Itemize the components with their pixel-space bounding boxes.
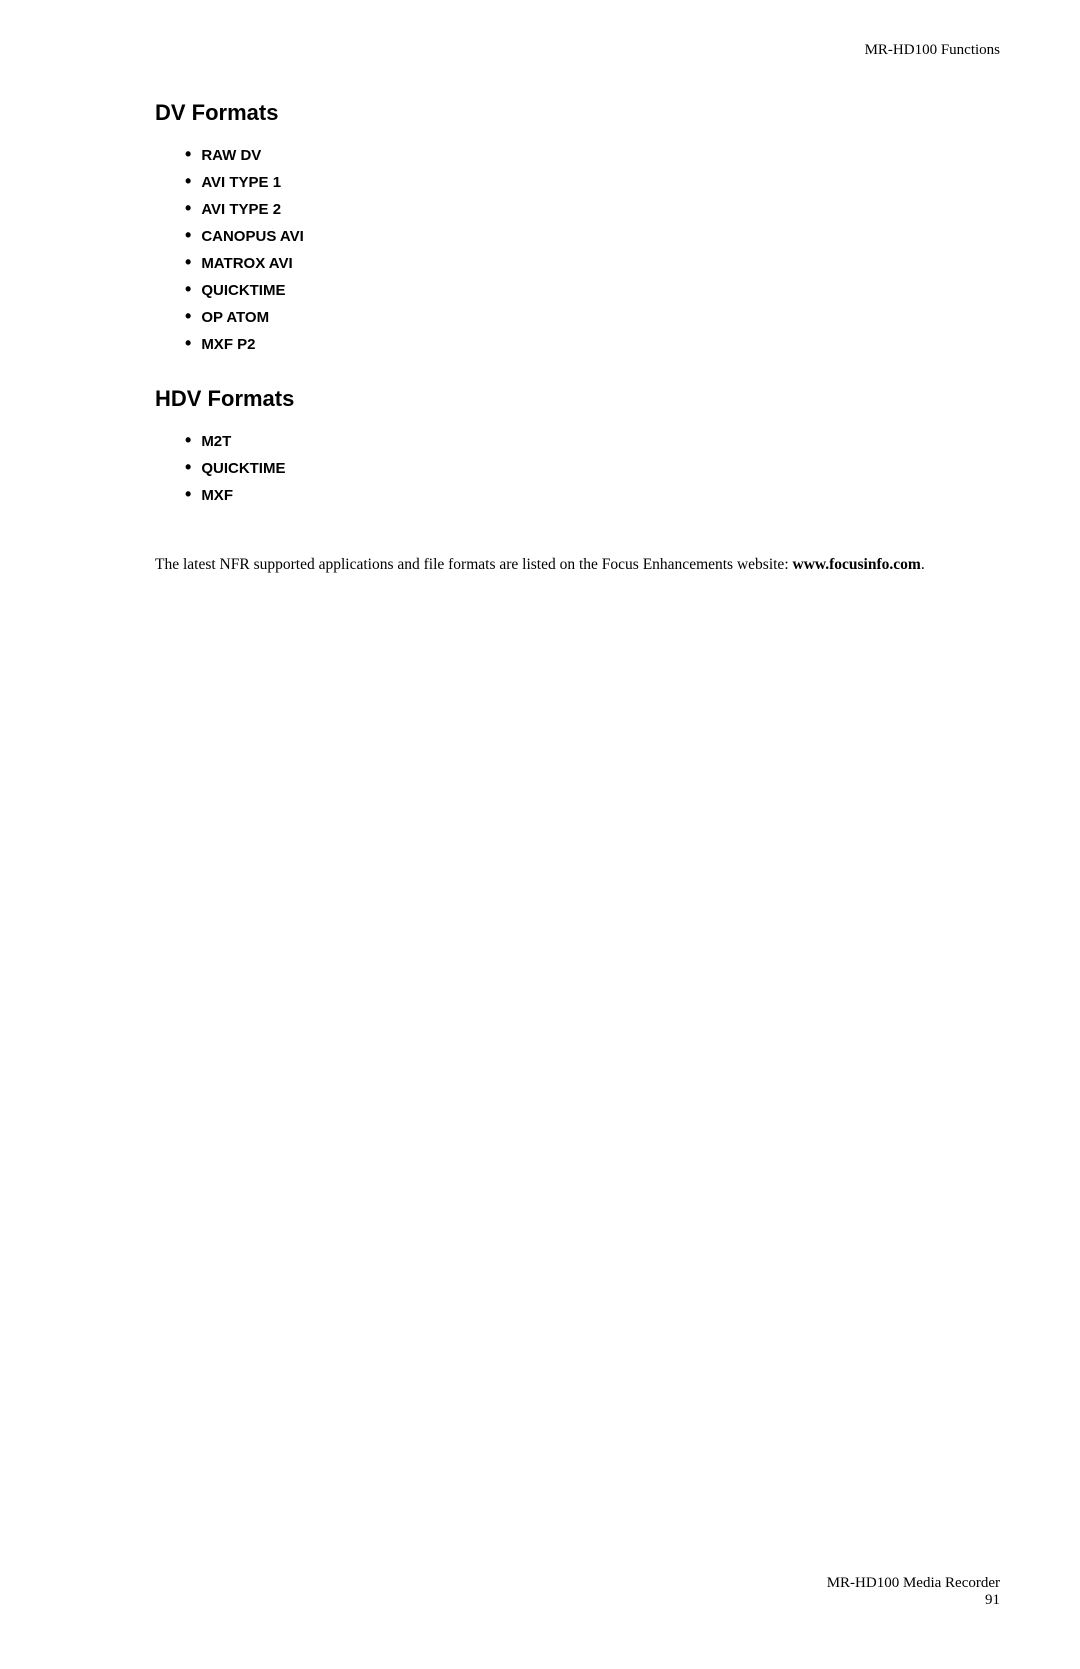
list-item: MXF P2 bbox=[185, 333, 1000, 354]
page-header: MR-HD100 Functions bbox=[865, 42, 1000, 59]
list-item: QUICKTIME bbox=[185, 457, 1000, 478]
list-item: AVI TYPE 2 bbox=[185, 198, 1000, 219]
page-footer: MR-HD100 Media Recorder 91 bbox=[827, 1575, 1000, 1609]
dv-formats-section: DV Formats RAW DV AVI TYPE 1 AVI TYPE 2 … bbox=[155, 100, 1000, 354]
dv-formats-heading: DV Formats bbox=[155, 100, 1000, 126]
hdv-formats-heading: HDV Formats bbox=[155, 386, 1000, 412]
list-item: CANOPUS AVI bbox=[185, 225, 1000, 246]
list-item: QUICKTIME bbox=[185, 279, 1000, 300]
hdv-formats-list: M2T QUICKTIME MXF bbox=[155, 430, 1000, 505]
footer-text-part1: The latest NFR supported applications an… bbox=[155, 556, 793, 573]
list-item: RAW DV bbox=[185, 144, 1000, 165]
footer-text-part2: . bbox=[921, 556, 925, 573]
footer-website: www.focusinfo.com bbox=[793, 556, 921, 573]
list-item: M2T bbox=[185, 430, 1000, 451]
list-item: MATROX AVI bbox=[185, 252, 1000, 273]
main-content: DV Formats RAW DV AVI TYPE 1 AVI TYPE 2 … bbox=[155, 100, 1000, 578]
footer-paragraph: The latest NFR supported applications an… bbox=[155, 553, 1000, 578]
page-number: 91 bbox=[827, 1592, 1000, 1609]
list-item: MXF bbox=[185, 484, 1000, 505]
dv-formats-list: RAW DV AVI TYPE 1 AVI TYPE 2 CANOPUS AVI… bbox=[155, 144, 1000, 354]
list-item: OP ATOM bbox=[185, 306, 1000, 327]
list-item: AVI TYPE 1 bbox=[185, 171, 1000, 192]
hdv-formats-section: HDV Formats M2T QUICKTIME MXF bbox=[155, 386, 1000, 505]
footer-product-name: MR-HD100 Media Recorder bbox=[827, 1575, 1000, 1591]
